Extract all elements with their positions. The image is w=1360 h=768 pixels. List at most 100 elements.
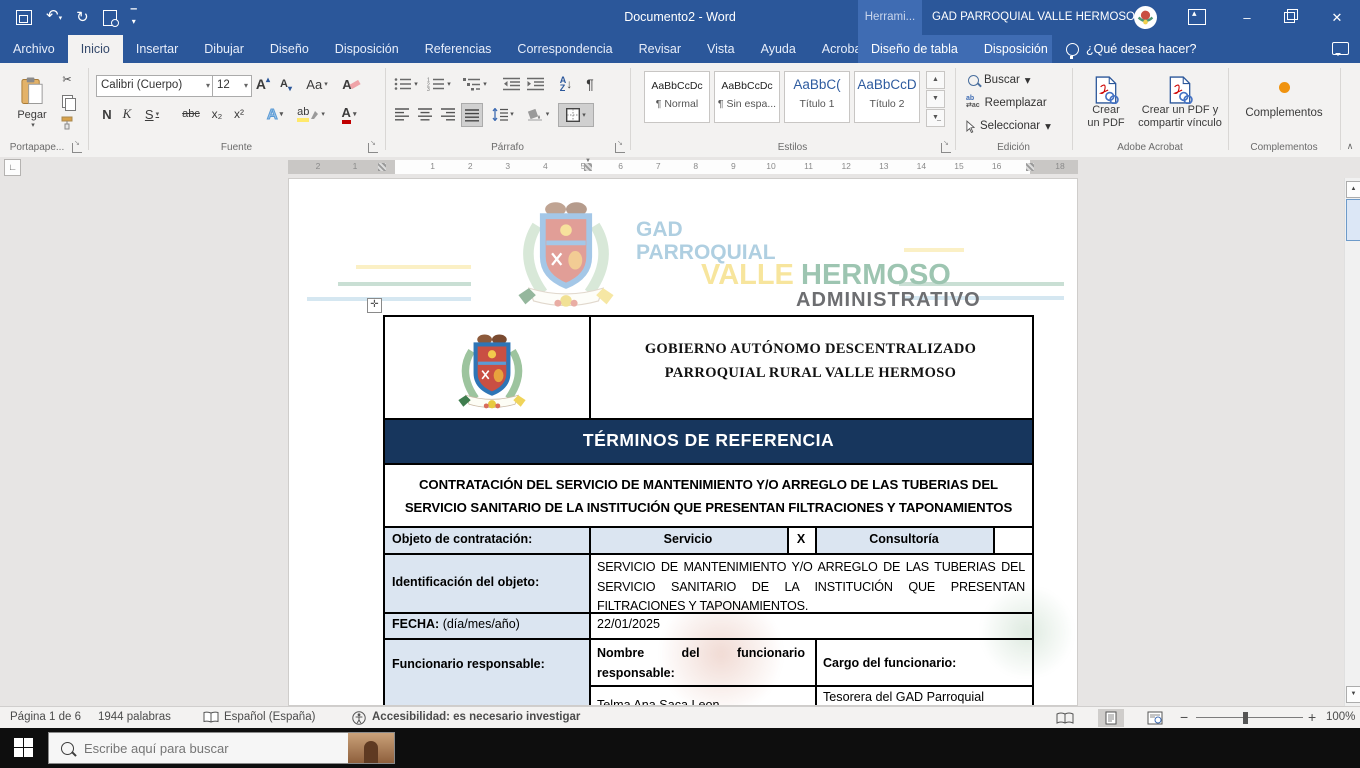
copy-icon[interactable] [57,93,77,109]
underline-icon[interactable]: S▾ [139,103,165,125]
font-name-combo[interactable]: Calibri (Cuerpo)▾ [96,75,214,97]
zoom-out-icon[interactable]: − [1180,707,1188,728]
ribbon-display-options-icon[interactable] [1188,9,1206,25]
collapse-ribbon-icon[interactable]: ∧ [1342,139,1358,153]
grow-font-icon[interactable]: A▴ [252,73,274,95]
table-move-handle[interactable]: ✛ [367,298,382,313]
style-card[interactable]: AaBbC(Título 1 [784,71,850,123]
scroll-up-icon[interactable]: ▲ [1346,181,1360,198]
account-avatar[interactable] [1134,6,1157,29]
bold-icon[interactable]: N [98,103,116,125]
create-pdf-button[interactable]: Crearun PDF [1080,69,1132,137]
format-painter-icon[interactable] [57,115,77,131]
style-card[interactable]: AaBbCcDc¶ Normal [644,71,710,123]
bullet-list-icon[interactable]: ▾ [392,73,420,95]
proofing-icon[interactable] [203,711,219,724]
tell-me-box[interactable]: ¿Qué desea hacer? [1066,35,1197,63]
ribbon-tab[interactable]: Referencias [412,35,505,63]
horizontal-ruler[interactable]: ▼ 211234567891011121314151618 [288,160,1078,174]
styles-more-icon[interactable]: ▼̲ [926,109,945,127]
styles-dialog-launcher[interactable] [941,143,951,153]
style-card[interactable]: AaBbCcDTítulo 2 [854,71,920,123]
zoom-level[interactable]: 100% [1326,707,1355,728]
ribbon-tab[interactable]: Disposición [322,35,412,63]
taskbar-search[interactable] [48,732,395,764]
undo-icon[interactable]: ↶▾ [46,6,62,29]
increase-indent-icon[interactable] [524,73,546,95]
read-mode-icon[interactable] [1052,709,1078,727]
zoom-slider[interactable] [1196,717,1303,718]
ribbon-tab[interactable]: Inicio [68,35,123,63]
ribbon-tab[interactable]: Ayuda [748,35,809,63]
numbered-list-icon[interactable]: 123▾ [424,73,454,95]
ribbon-tab[interactable]: Insertar [123,35,191,63]
ribbon-tab[interactable]: Vista [694,35,748,63]
close-button[interactable]: ✕ [1320,0,1354,35]
italic-icon[interactable]: K [119,103,135,125]
paste-button[interactable]: Pegar ▾ [10,69,54,135]
scroll-down-icon[interactable]: ▼ [1346,686,1360,703]
align-center-icon[interactable] [415,103,435,125]
replace-button[interactable]: ab⇄acReemplazar [966,96,1047,109]
highlight-color-icon[interactable]: ab▾ [295,103,327,125]
justify-icon[interactable] [461,103,483,127]
word-count[interactable]: 1944 palabras [98,707,171,728]
borders-icon[interactable]: ▾ [558,103,594,127]
accessibility-icon[interactable] [352,711,366,725]
paragraph-dialog-launcher[interactable] [615,143,625,153]
scrollbar-thumb[interactable] [1346,199,1360,241]
styles-scroll-down-icon[interactable]: ▼ [926,90,945,108]
ribbon-tab[interactable]: Diseño [257,35,322,63]
sort-icon[interactable]: AZ↓ [553,73,579,95]
subscript-icon[interactable]: x₂ [207,103,227,125]
table-column-marker[interactable] [1026,163,1034,171]
zoom-slider-thumb[interactable] [1243,712,1248,724]
table-column-marker[interactable] [378,163,386,171]
decrease-indent-icon[interactable] [500,73,522,95]
minimize-button[interactable]: – [1230,0,1264,35]
customize-qat-icon[interactable]: ▔▾ [131,10,137,26]
restore-button[interactable] [1274,0,1308,35]
align-right-icon[interactable] [438,103,458,125]
addins-button[interactable]: Complementos [1236,69,1332,131]
clipboard-dialog-launcher[interactable] [72,143,82,153]
tdr-table[interactable]: TÉRMINOS DE REFERENCIA [383,315,1034,706]
vertical-scrollbar[interactable]: ▲ ▼ [1344,178,1360,706]
font-dialog-launcher[interactable] [368,143,378,153]
change-case-icon[interactable]: Aa▾ [302,73,332,95]
indent-marker[interactable]: ▼ [585,158,591,164]
language-indicator[interactable]: Español (España) [224,707,315,728]
ribbon-tab[interactable]: Revisar [626,35,694,63]
document-page[interactable]: GAD PARROQUIAL VALLE HERMOSO ADMINISTRAT… [288,178,1078,706]
tab-stop-selector[interactable]: ∟ [4,159,21,176]
web-layout-icon[interactable] [1142,709,1168,727]
cut-icon[interactable]: ✂ [57,71,77,87]
start-button-icon[interactable] [14,738,33,757]
comments-icon[interactable] [1332,42,1349,55]
superscript-icon[interactable]: x² [229,103,249,125]
line-spacing-icon[interactable]: ▾ [489,103,517,125]
tab-diseno-de-tabla[interactable]: Diseño de tabla [858,35,971,63]
print-preview-icon[interactable] [103,10,117,26]
align-left-icon[interactable] [392,103,412,125]
redo-icon[interactable]: ↻ [76,8,89,28]
font-size-combo[interactable]: 12▾ [212,75,252,97]
ribbon-tab[interactable]: Correspondencia [504,35,625,63]
text-effects-icon[interactable]: A▾ [260,103,290,125]
style-card[interactable]: AaBbCcDc¶ Sin espa... [714,71,780,123]
ribbon-tab[interactable]: Dibujar [191,35,257,63]
create-pdf-share-link-button[interactable]: Crear un PDF ycompartir vínculo [1134,69,1226,137]
print-layout-icon[interactable] [1098,709,1124,727]
select-button[interactable]: Seleccionar▾ [966,119,1051,133]
search-highlight-image[interactable] [348,733,394,763]
font-color-icon[interactable]: A▾ [334,103,364,125]
shading-icon[interactable]: ▾ [523,103,553,125]
save-icon[interactable] [16,10,32,25]
tab-disposicion-tabla[interactable]: Disposición [971,35,1061,63]
strikethrough-icon[interactable]: abc [178,103,204,125]
shrink-font-icon[interactable]: A▾ [276,73,296,95]
ribbon-tab[interactable]: Archivo [0,35,68,63]
accessibility-status[interactable]: Accesibilidad: es necesario investigar [372,707,580,728]
page-indicator[interactable]: Página 1 de 6 [10,707,81,728]
search-input[interactable] [82,740,336,757]
